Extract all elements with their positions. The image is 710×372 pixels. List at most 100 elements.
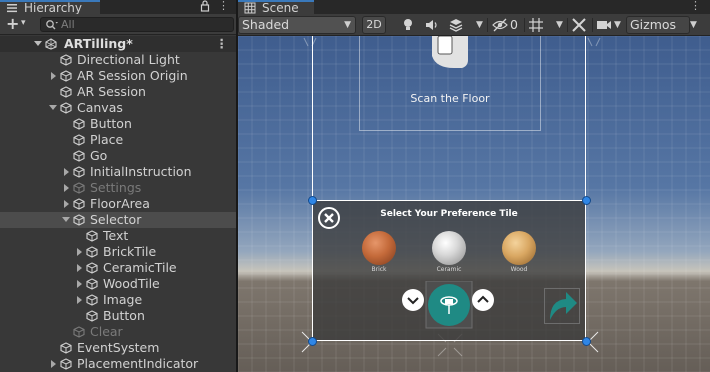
tools-icon[interactable] <box>571 17 587 33</box>
gameobject-cube-icon <box>60 86 72 98</box>
gameobject-cube-icon <box>73 182 85 194</box>
gizmos-label: Gizmos <box>630 17 677 32</box>
hierarchy-item-label: Settings <box>90 180 142 195</box>
chevron-down-icon: ▼ <box>344 20 351 30</box>
scene-tab-bar: Scene ⋮ <box>238 0 710 14</box>
collapse-arrow-icon[interactable] <box>61 180 71 196</box>
hierarchy-item[interactable]: Text <box>0 228 236 244</box>
tab-hierarchy-label: Hierarchy <box>24 1 83 15</box>
toolbar-separator <box>524 18 525 32</box>
scene-tab-menu-icon[interactable]: ⋮ <box>690 0 701 14</box>
chevron-down-icon: ▾ <box>21 18 26 28</box>
grid-icon <box>244 2 256 14</box>
hierarchy-item[interactable]: Button <box>0 308 236 324</box>
hierarchy-item[interactable]: CeramicTile <box>0 260 236 276</box>
rect-handle-bottom-right[interactable] <box>582 337 591 346</box>
collapse-arrow-icon[interactable] <box>74 244 84 260</box>
scene-root-item[interactable]: ARTilling* ⋮ <box>0 36 236 52</box>
scene-menu-icon[interactable]: ⋮ <box>216 36 229 52</box>
hierarchy-item[interactable]: Directional Light <box>0 52 236 68</box>
scan-instruction-text: Scan the Floor <box>410 92 490 105</box>
hierarchy-item[interactable]: Selector <box>0 212 236 228</box>
tab-scene[interactable]: Scene <box>238 0 314 14</box>
camera-dropdown-caret-icon[interactable]: ▼ <box>614 17 623 33</box>
collapse-arrow-icon[interactable] <box>61 196 71 212</box>
visibility-eye-icon[interactable] <box>492 17 508 33</box>
hierarchy-item-label: Place <box>90 132 124 147</box>
collapse-arrow-icon[interactable] <box>61 164 71 180</box>
unity-scene-icon <box>45 38 57 50</box>
hierarchy-item[interactable]: AR Session <box>0 84 236 100</box>
scene-panel: Scene ⋮ Shaded ▼ 2D ▼ 0 ▼ ▼ Gizmos ▼ Sca… <box>238 0 710 372</box>
hierarchy-tab-bar: Hierarchy ⋮ <box>0 0 236 14</box>
rect-handle-bottom-left[interactable] <box>308 337 317 346</box>
effects-dropdown-caret-icon[interactable]: ▼ <box>476 17 485 33</box>
shading-mode-dropdown[interactable]: Shaded ▼ <box>238 16 356 34</box>
gameobject-cube-icon <box>73 198 85 210</box>
hierarchy-item-label: Selector <box>90 212 142 227</box>
scene-toolbar: Shaded ▼ 2D ▼ 0 ▼ ▼ Gizmos ▼ <box>238 14 710 36</box>
collapse-arrow-icon[interactable] <box>74 276 84 292</box>
hierarchy-list-icon <box>7 4 17 13</box>
hierarchy-tree: ARTilling* ⋮ Directional Light AR Session… <box>0 36 236 372</box>
hierarchy-item[interactable]: FloorArea <box>0 196 236 212</box>
hierarchy-item[interactable]: Button <box>0 116 236 132</box>
grid-dropdown-caret-icon[interactable]: ▼ <box>556 17 565 33</box>
hierarchy-item[interactable]: Settings <box>0 180 236 196</box>
audio-icon[interactable] <box>424 17 440 33</box>
gameobject-cube-icon <box>60 70 72 82</box>
rect-handle-top-left[interactable] <box>308 196 317 205</box>
search-input[interactable] <box>61 18 231 31</box>
selector-rect-frame[interactable] <box>312 200 586 341</box>
gameobject-cube-icon <box>73 166 85 178</box>
tab-hierarchy[interactable]: Hierarchy <box>0 0 100 14</box>
hierarchy-item[interactable]: Canvas <box>0 100 236 116</box>
collapse-arrow-icon[interactable] <box>74 292 84 308</box>
tab-options-menu-icon[interactable]: ⋮ <box>218 0 229 14</box>
collapse-arrow-icon[interactable] <box>74 260 84 276</box>
collapse-arrow-icon[interactable] <box>48 356 58 372</box>
light-bulb-icon[interactable] <box>400 17 416 33</box>
search-icon <box>46 20 58 30</box>
toggle-2d-button[interactable]: 2D <box>362 16 386 34</box>
expand-arrow-icon[interactable] <box>33 36 43 52</box>
scene-viewport[interactable]: Scan the Floor Select Your Preference Ti… <box>238 36 710 372</box>
hierarchy-item[interactable]: Go <box>0 148 236 164</box>
expand-arrow-icon[interactable] <box>61 212 71 228</box>
hierarchy-item-label: Button <box>103 308 145 323</box>
camera-icon[interactable] <box>596 17 612 33</box>
hierarchy-item-label: Text <box>103 228 129 243</box>
hierarchy-item[interactable]: PlacementIndicator <box>0 356 236 372</box>
expand-arrow-icon[interactable] <box>48 100 58 116</box>
gizmos-dropdown[interactable]: Gizmos <box>626 16 690 34</box>
effects-stack-icon[interactable] <box>448 17 464 33</box>
gameobject-cube-icon <box>86 278 98 290</box>
hierarchy-item[interactable]: EventSystem <box>0 340 236 356</box>
hierarchy-item-label: AR Session <box>77 84 146 99</box>
hidden-objects-count: 0 <box>510 17 518 32</box>
hierarchy-item[interactable]: BrickTile <box>0 244 236 260</box>
hierarchy-item[interactable]: WoodTile <box>0 276 236 292</box>
collapse-arrow-icon[interactable] <box>48 68 58 84</box>
hierarchy-item-label: AR Session Origin <box>77 68 188 83</box>
hierarchy-item-label: EventSystem <box>77 340 160 355</box>
hierarchy-item[interactable]: Place <box>0 132 236 148</box>
add-object-button[interactable]: + ▾ <box>2 14 32 33</box>
gizmos-dropdown-caret-icon[interactable]: ▼ <box>690 17 699 33</box>
lock-icon[interactable] <box>200 0 210 12</box>
tab-scene-label: Scene <box>262 1 299 15</box>
hierarchy-item[interactable]: InitialInstruction <box>0 164 236 180</box>
hierarchy-item[interactable]: Image <box>0 292 236 308</box>
rect-handle-top-right[interactable] <box>582 196 591 205</box>
gameobject-cube-icon <box>60 102 72 114</box>
gameobject-cube-icon <box>86 246 98 258</box>
add-button-label: + <box>6 14 20 33</box>
hierarchy-search[interactable] <box>40 17 234 32</box>
hierarchy-item[interactable]: AR Session Origin <box>0 68 236 84</box>
gameobject-cube-icon <box>73 150 85 162</box>
hierarchy-item-label: Directional Light <box>77 52 180 67</box>
gameobject-cube-icon <box>60 342 72 354</box>
hierarchy-panel: Hierarchy ⋮ + ▾ ARTilli <box>0 0 236 372</box>
grid-snap-icon[interactable] <box>528 17 544 33</box>
hierarchy-item[interactable]: Clear <box>0 324 236 340</box>
